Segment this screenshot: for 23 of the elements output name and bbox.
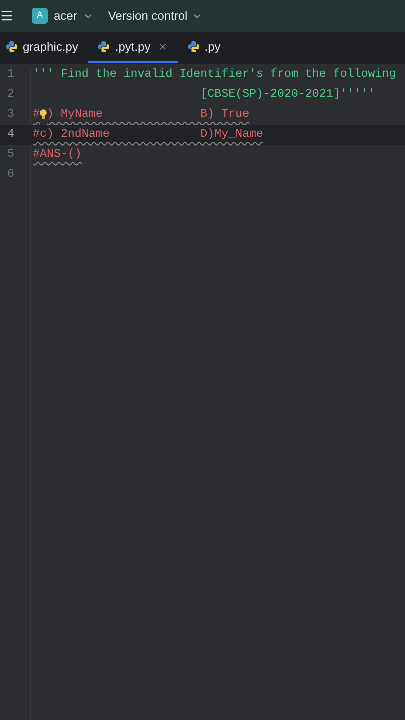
- line-number: 2: [6, 87, 16, 104]
- code-text: [CBSE(SP)-2020-2021]''''': [200, 87, 376, 104]
- code-text: ) MyName B) True: [47, 107, 250, 124]
- python-file-icon: [188, 40, 200, 52]
- code-text: ''' Find the invalid Identifier's from the following: [33, 67, 396, 84]
- python-file-icon: [98, 40, 110, 52]
- project-selector[interactable]: A acer: [32, 7, 94, 25]
- file-tab[interactable]: graphic.py: [0, 32, 88, 63]
- line-number: 1: [6, 67, 16, 84]
- python-file-icon: [6, 40, 18, 52]
- line-number: 4: [6, 127, 16, 144]
- lightbulb-icon[interactable]: [40, 108, 47, 121]
- menu-icon[interactable]: [0, 9, 14, 23]
- line-number: 6: [6, 167, 16, 184]
- code-text: #c) 2ndName D)My_Name: [33, 127, 264, 144]
- line-number: 5: [6, 147, 16, 164]
- line-number: 3: [6, 107, 16, 124]
- project-avatar: A: [32, 8, 48, 24]
- code-text: #ANS-(): [33, 147, 82, 164]
- version-control-menu[interactable]: Version control: [108, 7, 203, 25]
- close-icon[interactable]: [158, 42, 168, 52]
- code-text: #: [33, 107, 40, 124]
- file-tab[interactable]: .py: [178, 32, 231, 63]
